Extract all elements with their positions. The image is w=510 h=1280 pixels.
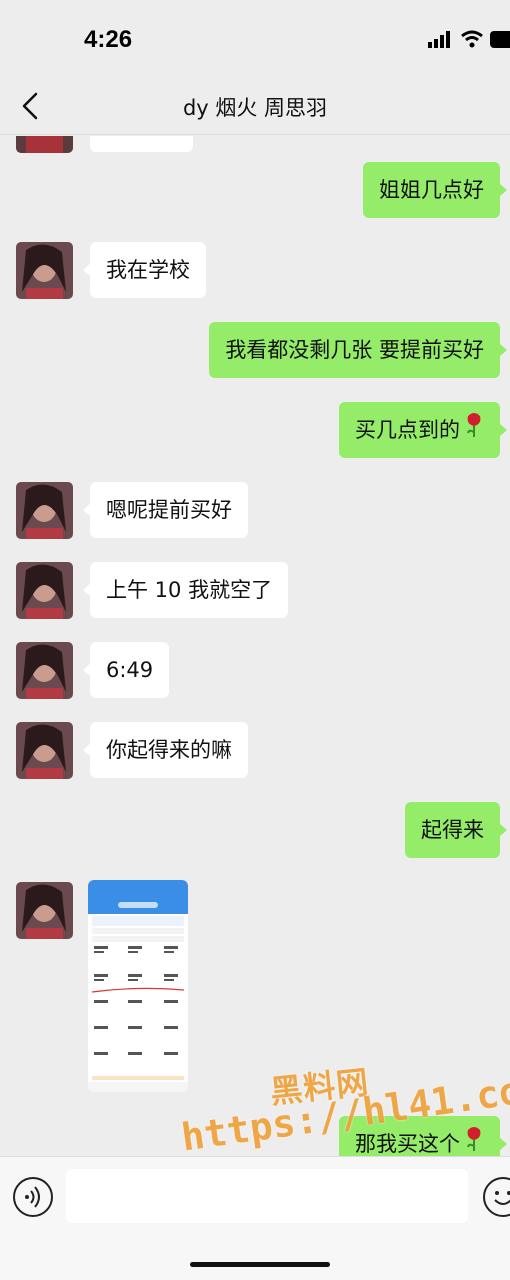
message-text: 买几点到的 (355, 418, 460, 442)
signal-icon (428, 30, 510, 48)
rose-icon (464, 403, 484, 459)
smiley-icon (494, 1191, 510, 1205)
message-bubble-incoming[interactable] (90, 136, 193, 152)
message-input[interactable] (66, 1169, 468, 1223)
avatar[interactable] (16, 482, 73, 539)
image-message-thumbnail[interactable] (88, 880, 188, 1092)
chat-area[interactable]: 姐姐几点好 我在学校 我看都没剩几张 要提前买好 买几点到的 嗯呢提前买好 上午… (0, 136, 510, 1156)
chat-title: dy 烟火 周思羽 (182, 96, 328, 120)
message-bubble-incoming[interactable]: 嗯呢提前买好 (83, 482, 248, 538)
voice-button[interactable] (13, 1177, 53, 1217)
message-bubble-outgoing[interactable]: 买几点到的 (339, 402, 507, 459)
avatar[interactable] (16, 242, 73, 299)
avatar[interactable] (16, 642, 73, 699)
avatar[interactable] (16, 562, 73, 619)
avatar[interactable] (16, 722, 73, 779)
emoji-button[interactable] (483, 1177, 510, 1217)
message-bubble-incoming[interactable]: 你起得来的嘛 (83, 722, 248, 778)
message-text: 那我买这个 (355, 1132, 460, 1156)
avatar[interactable] (16, 882, 73, 939)
home-indicator (190, 1262, 330, 1267)
voice-icon (25, 1186, 40, 1208)
nav-bar: dy 烟火 周思羽 (0, 80, 510, 135)
status-bar: 4:26 (0, 0, 510, 80)
status-time: 4:26 (84, 26, 133, 53)
screenshot-thumbnail (88, 880, 188, 1092)
message-bubble-outgoing[interactable]: 姐姐几点好 (363, 162, 507, 218)
message-bubble-outgoing[interactable]: 那我买这个 (339, 1116, 507, 1156)
avatar[interactable] (16, 136, 73, 153)
status-icons (410, 28, 510, 52)
message-bubble-incoming[interactable]: 我在学校 (83, 242, 206, 298)
message-bubble-incoming[interactable]: 6:49 (82, 642, 170, 698)
message-bubble-outgoing[interactable]: 起得来 (405, 802, 507, 858)
message-bubble-incoming[interactable]: 上午 10 我就空了 (82, 562, 289, 618)
message-bubble-outgoing[interactable]: 我看都没剩几张 要提前买好 (209, 322, 507, 378)
rose-icon (464, 1117, 484, 1156)
